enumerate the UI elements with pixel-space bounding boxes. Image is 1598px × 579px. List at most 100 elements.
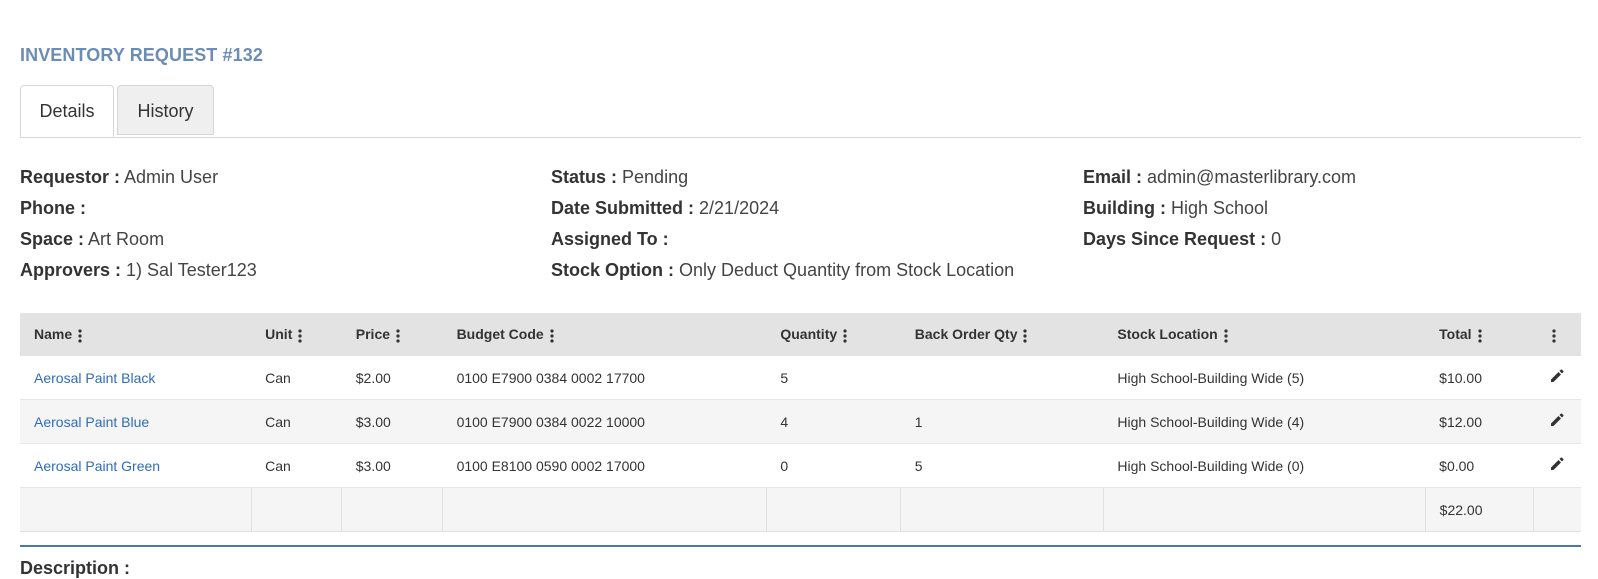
footer-cell — [341, 487, 444, 532]
column-header-name[interactable]: Name — [20, 313, 252, 356]
kebab-vertical-icon[interactable] — [550, 329, 560, 343]
kebab-vertical-icon[interactable] — [843, 329, 853, 343]
days-since-value: 0 — [1271, 229, 1282, 249]
building-row: Building : High School — [1083, 193, 1356, 224]
cell-quantity: 4 — [766, 399, 901, 444]
cell-budget-code: 0100 E8100 0590 0002 17000 — [442, 443, 767, 488]
kebab-vertical-icon[interactable] — [78, 329, 88, 343]
phone-label: Phone : — [20, 198, 86, 218]
column-header-label: Back Order Qty — [914, 326, 1018, 343]
footer-cell — [1533, 487, 1581, 532]
assigned-to-row: Assigned To : — [551, 224, 1014, 255]
cell-unit: Can — [251, 399, 342, 444]
kebab-vertical-icon[interactable] — [1023, 329, 1033, 343]
kebab-vertical-icon[interactable] — [1477, 329, 1488, 343]
item-link[interactable]: Aerosal Paint Black — [34, 370, 155, 386]
items-table: Name Unit Price Budget Code Quantity Bac… — [20, 313, 1581, 532]
table-row: Aerosal Paint Blue Can $3.00 0100 E7900 … — [20, 399, 1581, 444]
cell-stock-location: High School-Building Wide (4) — [1103, 399, 1426, 444]
info-column-3: Email : admin@masterlibrary.com Building… — [1083, 162, 1356, 255]
date-submitted-row: Date Submitted : 2/21/2024 — [551, 193, 1014, 224]
approvers-label: Approvers : — [20, 260, 122, 280]
cell-stock-location: High School-Building Wide (5) — [1103, 356, 1426, 400]
cell-back-order-qty: 1 — [900, 399, 1104, 444]
column-header-label: Name — [34, 326, 73, 343]
footer-cell — [766, 487, 902, 532]
stock-option-value: Only Deduct Quantity from Stock Location — [679, 260, 1015, 280]
stock-option-row: Stock Option : Only Deduct Quantity from… — [551, 255, 1014, 286]
footer-cell — [251, 487, 343, 532]
column-header-price[interactable]: Price — [341, 313, 443, 356]
cell-actions — [1533, 443, 1581, 488]
assigned-to-label: Assigned To : — [551, 229, 669, 249]
stock-option-label: Stock Option : — [551, 260, 674, 280]
pencil-icon[interactable] — [1549, 456, 1565, 475]
footer-cell — [900, 487, 1104, 532]
column-header-back-order-qty[interactable]: Back Order Qty — [900, 313, 1104, 356]
column-header-label: Price — [355, 326, 391, 343]
pencil-icon[interactable] — [1549, 368, 1565, 387]
cell-quantity: 0 — [766, 443, 901, 488]
column-header-label: Budget Code — [456, 326, 544, 343]
email-label: Email : — [1083, 167, 1143, 187]
section-divider — [20, 545, 1581, 547]
cell-name: Aerosal Paint Green — [20, 443, 252, 488]
column-header-label: Stock Location — [1117, 326, 1218, 343]
approvers-value: 1) Sal Tester123 — [126, 260, 257, 280]
column-header-quantity[interactable]: Quantity — [766, 313, 901, 356]
page-title: INVENTORY REQUEST #132 — [20, 45, 263, 65]
kebab-vertical-icon[interactable] — [396, 329, 406, 343]
table-header-row: Name Unit Price Budget Code Quantity Bac… — [20, 313, 1581, 356]
requestor-value: Admin User — [124, 167, 219, 187]
cell-actions — [1533, 399, 1581, 444]
item-link[interactable]: Aerosal Paint Green — [34, 458, 160, 474]
cell-stock-location: High School-Building Wide (0) — [1103, 443, 1426, 488]
column-header-budget-code[interactable]: Budget Code — [442, 313, 767, 356]
cell-total: $12.00 — [1425, 399, 1534, 444]
column-header-stock-location[interactable]: Stock Location — [1103, 313, 1426, 356]
cell-total: $10.00 — [1425, 356, 1534, 400]
tab-details[interactable]: Details — [20, 85, 114, 137]
footer-cell — [442, 487, 767, 532]
cell-quantity: 5 — [766, 356, 901, 400]
kebab-vertical-icon[interactable] — [1552, 329, 1562, 343]
column-header-actions[interactable] — [1533, 313, 1581, 356]
pencil-icon[interactable] — [1549, 412, 1565, 431]
tab-bar: Details History — [20, 85, 1581, 138]
tab-history[interactable]: History — [117, 85, 214, 135]
cell-unit: Can — [251, 443, 342, 488]
phone-row: Phone : — [20, 193, 257, 224]
date-submitted-value: 2/21/2024 — [699, 198, 780, 218]
space-label: Space : — [20, 229, 85, 249]
email-value: admin@masterlibrary.com — [1147, 167, 1357, 187]
requestor-row: Requestor : Admin User — [20, 162, 257, 193]
table-footer-row: $22.00 — [20, 487, 1581, 532]
kebab-vertical-icon[interactable] — [298, 329, 308, 343]
footer-cell — [20, 487, 252, 532]
status-row: Status : Pending — [551, 162, 1014, 193]
cell-budget-code: 0100 E7900 0384 0022 10000 — [442, 399, 767, 444]
space-value: Art Room — [88, 229, 165, 249]
cell-price: $3.00 — [341, 399, 443, 444]
cell-price: $2.00 — [341, 356, 443, 400]
status-value: Pending — [622, 167, 689, 187]
status-label: Status : — [551, 167, 618, 187]
info-column-2: Status : Pending Date Submitted : 2/21/2… — [551, 162, 1014, 286]
cell-back-order-qty — [900, 356, 1104, 400]
cell-name: Aerosal Paint Black — [20, 356, 252, 400]
column-header-label: Quantity — [780, 326, 838, 343]
footer-cell — [1103, 487, 1426, 532]
kebab-vertical-icon[interactable] — [1224, 329, 1234, 343]
column-header-total[interactable]: Total — [1425, 313, 1534, 356]
cell-price: $3.00 — [341, 443, 443, 488]
table-row: Aerosal Paint Green Can $3.00 0100 E8100… — [20, 443, 1581, 488]
cell-budget-code: 0100 E7900 0384 0002 17700 — [442, 356, 767, 400]
table-row: Aerosal Paint Black Can $2.00 0100 E7900… — [20, 356, 1581, 400]
days-since-row: Days Since Request : 0 — [1083, 224, 1356, 255]
column-header-unit[interactable]: Unit — [251, 313, 342, 356]
info-column-1: Requestor : Admin User Phone : Space : A… — [20, 162, 257, 286]
description-label: Description : — [20, 558, 131, 578]
item-link[interactable]: Aerosal Paint Blue — [34, 414, 149, 430]
building-label: Building : — [1083, 198, 1166, 218]
column-header-label: Unit — [265, 326, 293, 343]
